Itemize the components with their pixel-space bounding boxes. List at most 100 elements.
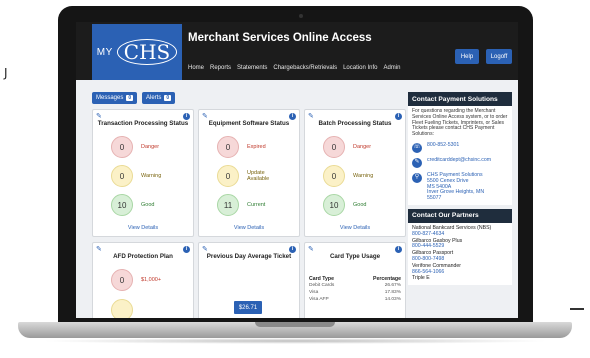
address-block: CHS Payment Solutions 5500 Cenex Drive M… <box>427 172 484 202</box>
edit-icon[interactable]: ✎ <box>308 113 315 120</box>
status-warning: 0 Warning <box>323 165 373 187</box>
phone-link[interactable]: 800-852-5301 <box>427 142 459 149</box>
status-count: 0 <box>111 269 133 291</box>
nav-home[interactable]: Home <box>188 65 204 71</box>
partners-header: Contact Our Partners <box>408 208 512 223</box>
column-header: Card Type <box>309 275 334 282</box>
avg-ticket-value: $26.71 <box>234 301 262 314</box>
status-label: $1,000+ <box>141 277 162 283</box>
edit-icon[interactable]: ✎ <box>96 113 103 120</box>
status-danger: 0 Danger <box>323 136 371 158</box>
status-count: 11 <box>217 194 239 216</box>
alerts-button[interactable]: Alerts 0 <box>142 92 176 104</box>
partner-phone[interactable]: 800-827-4634 <box>412 231 508 238</box>
info-icon[interactable]: i <box>289 246 296 253</box>
status-count: 0 <box>217 165 239 187</box>
view-details-link[interactable]: View Details <box>199 225 299 231</box>
location-pin-icon: ⚲ <box>412 172 422 183</box>
edit-icon[interactable]: ✎ <box>202 246 209 253</box>
table-row: Visa AFP 14.03% <box>309 296 401 303</box>
contact-body: For questions regarding the Merchant Ser… <box>408 106 512 205</box>
status-good: 10 Good <box>323 194 366 216</box>
stray-dash <box>570 308 584 310</box>
messages-count: 0 <box>126 95 134 101</box>
status-label: Warning <box>353 173 374 179</box>
laptop-shadow <box>40 338 550 344</box>
percentage-cell: 17.83% <box>384 290 401 295</box>
view-details-link[interactable]: View Details <box>305 225 405 231</box>
contact-header: Contact Payment Solutions <box>408 92 512 106</box>
card-title: Previous Day Average Ticket <box>206 253 292 260</box>
help-button[interactable]: Help <box>455 49 479 64</box>
afd-protection-card: ✎ i AFD Protection Plan 0 $1,000+ <box>92 242 194 318</box>
edit-icon[interactable]: ✎ <box>202 113 209 120</box>
afd-status: 0 $1,000+ <box>111 269 161 291</box>
card-title: Equipment Software Status <box>208 120 290 127</box>
pencil-icon: ✎ <box>412 157 422 168</box>
contact-address: ⚲ CHS Payment Solutions 5500 Cenex Drive… <box>412 172 508 202</box>
table-row: Visa 17.83% <box>309 289 401 296</box>
chs-logo[interactable]: MY CHS <box>92 24 182 80</box>
table-header: Card Type Percentage <box>309 275 401 282</box>
percentage-cell: 26.67% <box>384 283 401 288</box>
info-icon[interactable]: i <box>395 113 402 120</box>
equipment-status-card: ✎ i Equipment Software Status 0 Expired … <box>198 109 300 237</box>
nav-location-info[interactable]: Location Info <box>343 65 377 71</box>
partners-body: National Bankcard Services (NBS) 800-827… <box>408 222 512 286</box>
email-link[interactable]: creditcarddept@chsinc.com <box>427 157 491 164</box>
contact-intro: For questions regarding the Merchant Ser… <box>412 108 508 138</box>
card-type-cell: Visa AFP <box>309 297 329 302</box>
nav-statements[interactable]: Statements <box>237 65 267 71</box>
card-type-table: Card Type Percentage Debit Cards 26.67% … <box>309 275 401 303</box>
status-count: 0 <box>217 136 239 158</box>
contact-email[interactable]: ✎ creditcarddept@chsinc.com <box>412 157 508 168</box>
status-count: 10 <box>111 194 133 216</box>
column-header: Percentage <box>373 275 401 282</box>
status-danger: 0 Danger <box>111 136 159 158</box>
status-label: Good <box>353 202 367 208</box>
messages-button[interactable]: Messages 0 <box>92 92 138 104</box>
laptop-screen: MY CHS Merchant Services Online Access H… <box>76 22 518 318</box>
logo-my: MY <box>96 46 113 58</box>
contact-phone[interactable]: ☏ 800-852-5301 <box>412 142 508 153</box>
card-type-usage-card: ✎ i Card Type Usage Card Type Percentage… <box>304 242 406 318</box>
status-count: 0 <box>111 136 133 158</box>
status-count: 0 <box>323 165 345 187</box>
partner-name: Triple E <box>412 275 430 282</box>
info-icon[interactable]: i <box>289 113 296 120</box>
nav-chargebacks[interactable]: Chargebacks/Retrievals <box>273 65 337 71</box>
status-label: Danger <box>353 144 372 150</box>
status-label: Update Available <box>247 170 270 182</box>
laptop-notch <box>255 322 335 327</box>
table-row: Debit Cards 26.67% <box>309 282 401 289</box>
card-title: Batch Processing Status <box>318 120 392 127</box>
nav-admin[interactable]: Admin <box>383 65 400 71</box>
status-good: 10 Good <box>111 194 154 216</box>
status-expired: 0 Expired <box>217 136 266 158</box>
alerts-label: Alerts <box>146 95 162 101</box>
status-label: Danger <box>141 144 160 150</box>
info-icon[interactable]: i <box>183 113 190 120</box>
status-label: Warning <box>141 173 162 179</box>
nav-reports[interactable]: Reports <box>210 65 231 71</box>
logoff-button[interactable]: Logoff <box>486 49 512 64</box>
address-line: 55077 <box>427 195 442 202</box>
batch-status-card: ✎ i Batch Processing Status 0 Danger 0 W… <box>304 109 406 237</box>
phone-icon: ☏ <box>412 142 422 153</box>
info-icon[interactable]: i <box>183 246 190 253</box>
edit-icon[interactable]: ✎ <box>96 246 103 253</box>
status-count: 0 <box>111 165 133 187</box>
partner-phone[interactable]: 800-800-7498 <box>412 256 508 263</box>
alerts-count: 0 <box>164 95 172 101</box>
status-count: 0 <box>323 136 345 158</box>
avg-ticket-card: ✎ i Previous Day Average Ticket $26.71 <box>198 242 300 318</box>
edit-icon[interactable]: ✎ <box>308 246 315 253</box>
card-title: Card Type Usage <box>329 253 381 260</box>
view-details-link[interactable]: View Details <box>93 225 193 231</box>
info-icon[interactable]: i <box>395 246 402 253</box>
status-count: 10 <box>323 194 345 216</box>
status-label: Good <box>141 202 155 208</box>
right-panel: Contact Payment Solutions For questions … <box>408 92 512 286</box>
status-count-partial <box>111 299 133 318</box>
card-type-cell: Debit Cards <box>309 283 335 288</box>
